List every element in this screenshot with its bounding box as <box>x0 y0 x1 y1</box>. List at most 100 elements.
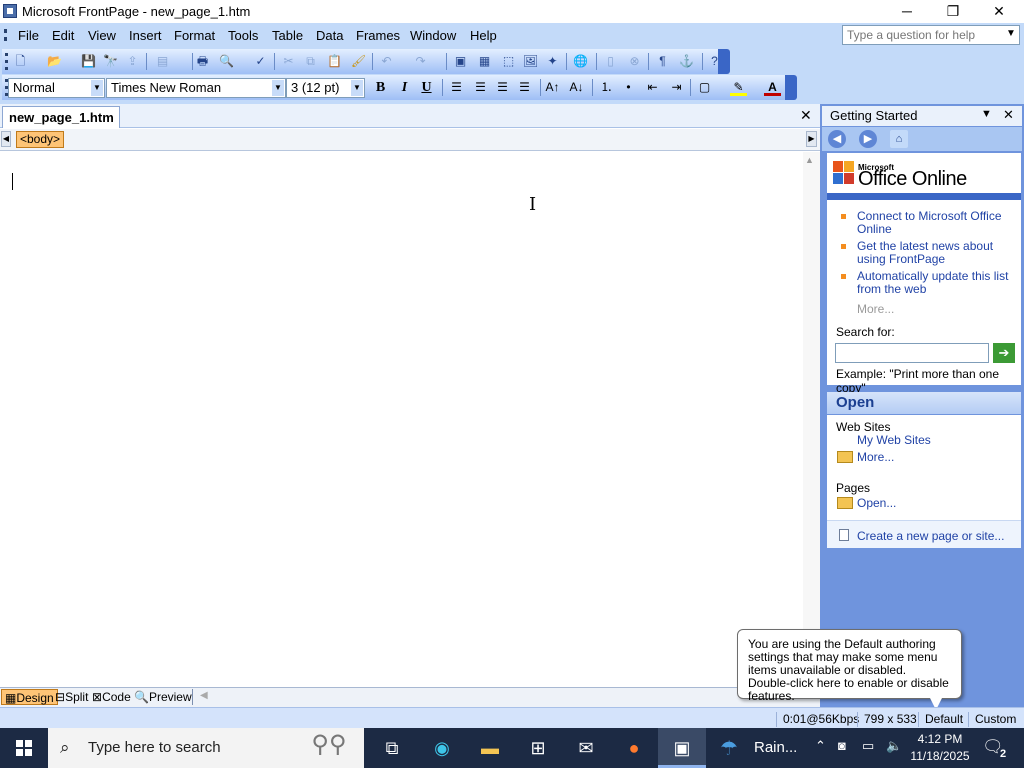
tag-scroll-left-icon[interactable]: ◀ <box>1 131 11 147</box>
cut-icon[interactable]: ✂ <box>280 53 297 70</box>
copy-icon[interactable]: ⧉ <box>302 53 319 70</box>
menu-format[interactable]: Format <box>174 28 215 43</box>
show-hidden-icons-chevron-icon[interactable]: ⌃ <box>815 738 826 754</box>
menu-window[interactable]: Window <box>410 28 456 43</box>
underline-button[interactable]: U <box>418 79 435 96</box>
undo-icon[interactable]: ↶ <box>378 53 395 70</box>
network-icon[interactable]: ▭ <box>862 738 874 754</box>
font-size-select[interactable]: 3 (12 pt) ▼ <box>286 78 365 98</box>
pages-open-link[interactable]: Open... <box>857 497 1017 510</box>
create-new-page-link[interactable]: Create a new page or site... <box>857 530 1017 543</box>
preview-view-button[interactable]: 🔍Preview <box>131 689 195 705</box>
restore-button[interactable]: ❐ <box>930 0 976 23</box>
web-component-icon[interactable]: ▣ <box>452 53 469 70</box>
stop-icon[interactable]: ⊗ <box>626 53 643 70</box>
split-view-button[interactable]: ⊟Split <box>52 689 91 705</box>
firefox-icon[interactable]: ● <box>610 728 658 768</box>
drawing-icon[interactable]: ✦ <box>544 53 561 70</box>
body-tag-button[interactable]: <body> <box>16 131 65 148</box>
insert-picture-icon[interactable]: 🖼 <box>522 53 539 70</box>
auto-update-link[interactable]: Automatically update this list from the … <box>857 270 1017 296</box>
microsoft-store-icon[interactable]: ⊞ <box>514 728 562 768</box>
decrease-indent-icon[interactable]: ⇤ <box>644 79 661 96</box>
italic-button[interactable]: I <box>396 79 413 96</box>
align-center-icon[interactable]: ☰ <box>472 79 489 96</box>
help-question-input[interactable]: Type a question for help <box>842 25 1020 45</box>
weather-text[interactable]: Rain... <box>754 739 797 756</box>
search-binoculars-icon[interactable]: 🔭 <box>102 53 119 70</box>
help-dropdown-arrow-icon[interactable]: ▼ <box>1006 28 1016 39</box>
download-speed-status[interactable]: 0:01@56Kbps <box>776 712 859 727</box>
align-right-icon[interactable]: ☰ <box>494 79 511 96</box>
clock-time[interactable]: 4:12 PM <box>910 732 970 746</box>
font-color-icon[interactable]: A <box>764 79 781 96</box>
custom-status[interactable]: Custom <box>968 712 1016 727</box>
vertical-scrollbar[interactable] <box>803 152 820 687</box>
style-select[interactable]: Normal ▼ <box>8 78 105 98</box>
pane-menu-arrow-icon[interactable]: ▼ <box>981 108 992 120</box>
open-folder-icon[interactable]: 📂 <box>46 53 63 70</box>
print-icon[interactable]: 🖶 <box>194 53 211 70</box>
toolbar-options-icon[interactable] <box>785 75 797 100</box>
forward-arrow-icon[interactable]: ▶ <box>859 130 877 148</box>
format-painter-icon[interactable]: 🖌 <box>350 53 367 70</box>
edge-browser-icon[interactable]: ◉ <box>418 728 466 768</box>
task-view-icon[interactable]: ⧉ <box>368 728 416 768</box>
menu-edit[interactable]: Edit <box>52 28 74 43</box>
insert-table-icon[interactable]: ▦ <box>476 53 493 70</box>
insert-layer-icon[interactable]: ⬚ <box>500 53 517 70</box>
clock-date[interactable]: 11/18/2025 <box>910 749 970 763</box>
highlight-icon[interactable]: ✎ <box>730 79 747 96</box>
menu-data[interactable]: Data <box>316 28 343 43</box>
preview-in-browser-icon[interactable]: 🔍 <box>218 53 235 70</box>
latest-news-link[interactable]: Get the latest news about using FrontPag… <box>857 240 1017 266</box>
frontpage-taskbar-icon[interactable]: ▣ <box>658 728 706 768</box>
authoring-mode-status[interactable]: Default <box>918 712 963 727</box>
pane-close-icon[interactable]: ✕ <box>1003 107 1014 123</box>
search-input[interactable] <box>835 343 989 363</box>
font-select[interactable]: Times New Roman ▼ <box>106 78 286 98</box>
page-editor[interactable] <box>0 152 803 687</box>
increase-font-icon[interactable]: A↑ <box>544 79 561 96</box>
tag-scroll-right-icon[interactable]: ▶ <box>806 131 817 147</box>
mail-icon[interactable]: ✉ <box>562 728 610 768</box>
toggle-pane-icon[interactable]: ▤ <box>154 53 171 70</box>
authoring-settings-balloon[interactable]: You are using the Default authoring sett… <box>737 629 962 703</box>
page-size-status[interactable]: 799 x 533 <box>857 712 917 727</box>
volume-icon[interactable]: 🔈 <box>886 738 902 754</box>
file-explorer-icon[interactable]: ▬ <box>466 728 514 768</box>
menu-frames[interactable]: Frames <box>356 28 400 43</box>
webcam-icon[interactable]: ◙ <box>838 738 846 753</box>
connect-office-online-link[interactable]: Connect to Microsoft Office Online <box>857 210 1017 236</box>
refresh-icon[interactable]: ▯ <box>602 53 619 70</box>
numbered-list-icon[interactable]: ⒈ <box>598 79 615 96</box>
menu-file[interactable]: File <box>18 28 39 43</box>
bold-button[interactable]: B <box>372 79 389 96</box>
code-view-button[interactable]: ⊠Code <box>89 689 134 705</box>
new-page-icon[interactable]: 🗋 <box>12 53 29 70</box>
menu-table[interactable]: Table <box>272 28 303 43</box>
scroll-up-icon[interactable]: ▲ <box>805 155 814 165</box>
document-tab[interactable]: new_page_1.htm <box>2 106 120 128</box>
justify-icon[interactable]: ☰ <box>516 79 533 96</box>
back-arrow-icon[interactable]: ◀ <box>828 130 846 148</box>
close-document-icon[interactable]: ✕ <box>800 107 812 124</box>
redo-icon[interactable]: ↷ <box>412 53 429 70</box>
align-left-icon[interactable]: ☰ <box>448 79 465 96</box>
decrease-font-icon[interactable]: A↓ <box>568 79 585 96</box>
my-web-sites-link[interactable]: My Web Sites <box>857 434 1017 447</box>
menu-view[interactable]: View <box>88 28 116 43</box>
close-button[interactable]: ✕ <box>976 0 1022 23</box>
web-sites-more-link[interactable]: More... <box>857 451 1017 464</box>
search-go-arrow-icon[interactable]: ➔ <box>993 343 1015 363</box>
menu-insert[interactable]: Insert <box>129 28 162 43</box>
bulleted-list-icon[interactable]: • <box>620 79 637 96</box>
menu-help[interactable]: Help <box>470 28 497 43</box>
spelling-icon[interactable]: ✓ <box>252 53 269 70</box>
show-all-pilcrow-icon[interactable]: ¶ <box>654 53 671 70</box>
toolbar-options-icon[interactable] <box>718 49 730 74</box>
paste-icon[interactable]: 📋 <box>326 53 343 70</box>
design-view-button[interactable]: ▦Design <box>1 689 58 705</box>
minimize-button[interactable]: ─ <box>884 0 930 23</box>
save-icon[interactable]: 💾 <box>80 53 97 70</box>
